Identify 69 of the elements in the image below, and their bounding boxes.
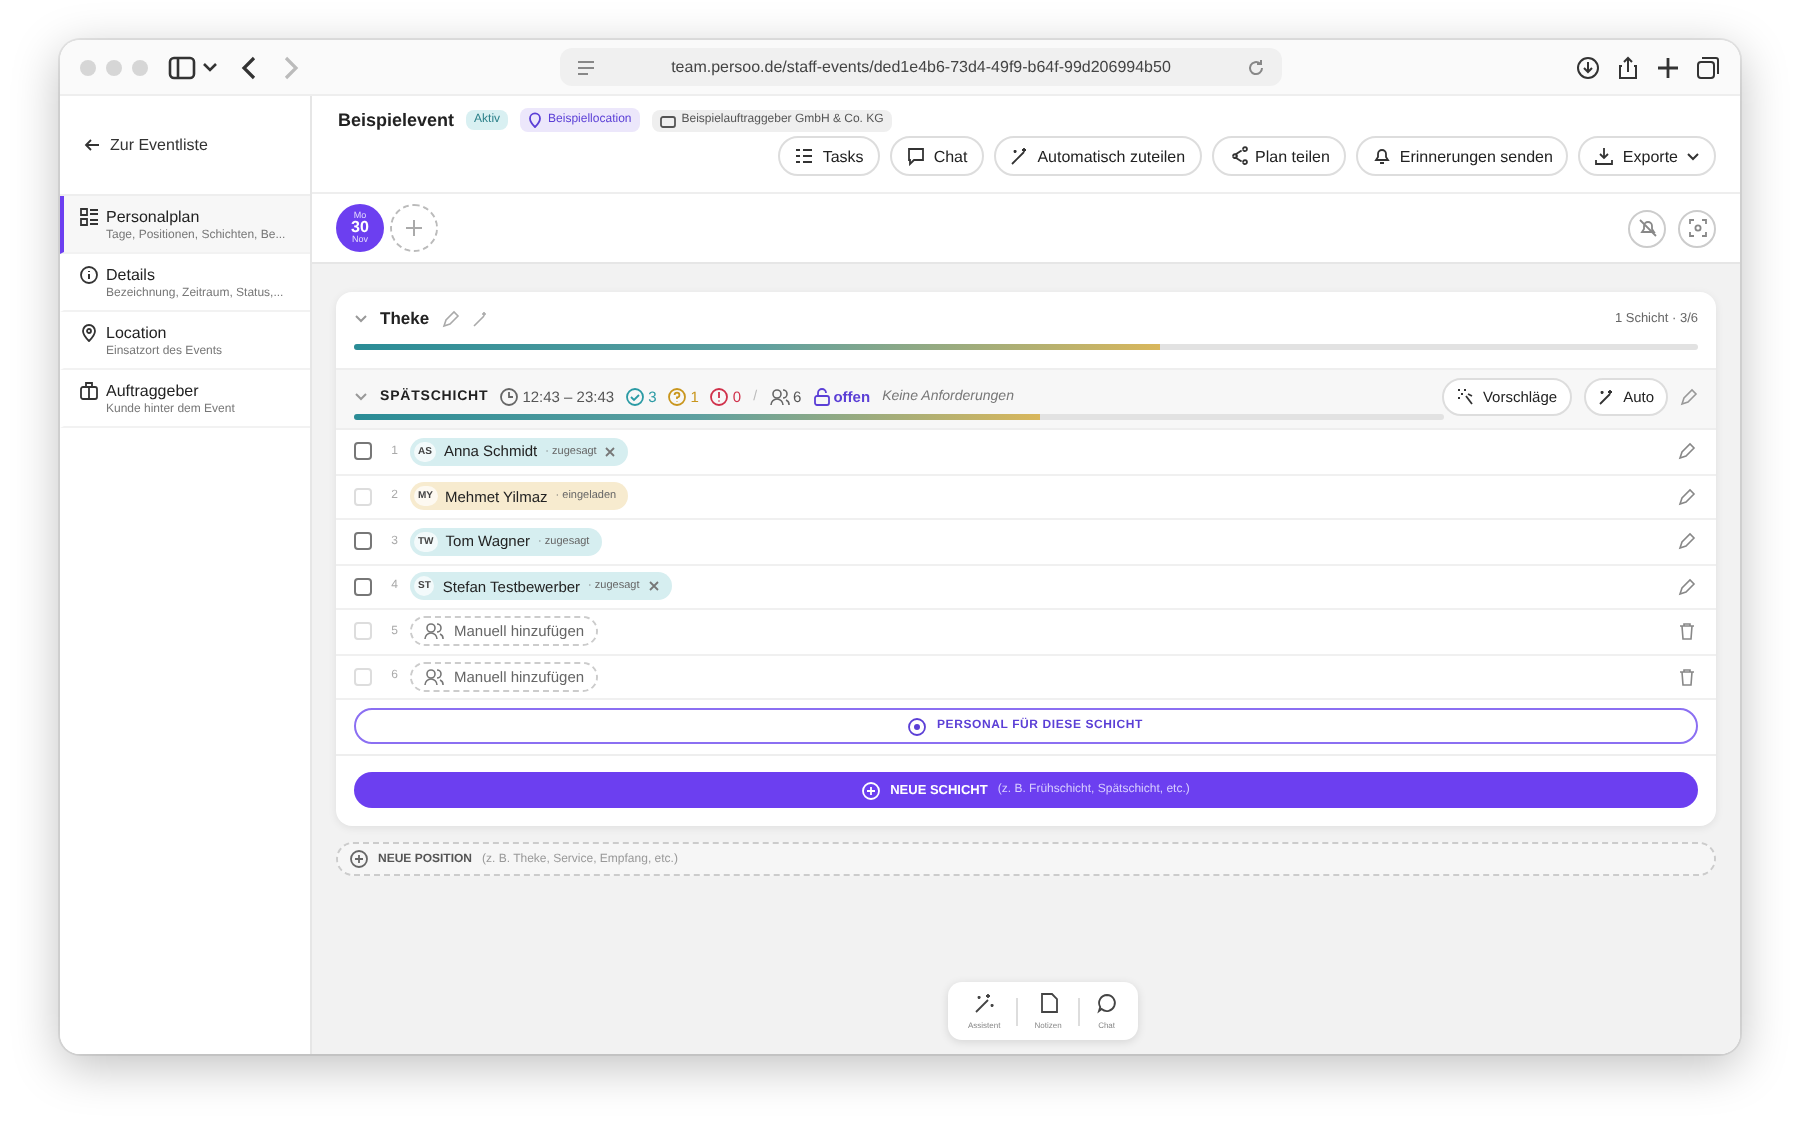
chat-bubble-icon	[1095, 992, 1118, 1014]
magic-wand-icon[interactable]	[471, 309, 490, 327]
alert-circle-icon	[710, 388, 729, 406]
bell-icon	[1371, 146, 1392, 166]
action-button[interactable]: Automatisch zuteilen	[993, 136, 1202, 176]
reload-icon[interactable]	[1246, 57, 1266, 77]
people-icon	[424, 622, 444, 641]
trash-icon[interactable]	[1678, 667, 1696, 686]
back-link[interactable]: Zur Eventliste	[110, 136, 208, 154]
target-icon	[908, 717, 927, 735]
new-tab-icon[interactable]	[1656, 55, 1680, 79]
location-pin-icon	[80, 324, 98, 342]
magic-wand-icon	[1597, 388, 1616, 406]
remove-icon[interactable]	[647, 580, 660, 593]
checklist-icon	[794, 146, 815, 166]
pencil-icon[interactable]	[1678, 442, 1696, 461]
add-day-button[interactable]	[390, 204, 438, 252]
people-icon	[424, 667, 444, 686]
pencil-icon[interactable]	[1678, 532, 1696, 551]
pencil-icon[interactable]	[441, 309, 460, 327]
event-title: Beispielevent	[338, 110, 455, 130]
magic-wand-icon	[1009, 146, 1030, 166]
pencil-icon[interactable]	[1680, 388, 1698, 406]
action-button[interactable]: Chat	[889, 136, 984, 176]
pencil-icon[interactable]	[1678, 487, 1696, 506]
clock-icon	[500, 388, 519, 406]
location-pin-icon	[528, 112, 543, 128]
action-button[interactable]: Plan teilen	[1211, 136, 1346, 176]
address-bar[interactable]: team.persoo.de/staff-events/ded1e4b6-73d4-49f9-b64f-99d206994b50	[560, 48, 1282, 86]
people-icon	[769, 388, 790, 406]
action-button[interactable]: Erinnerungen senden	[1355, 136, 1569, 176]
focus-icon	[1687, 218, 1707, 238]
bell-off-icon	[1637, 218, 1657, 238]
caret-icon	[1686, 151, 1700, 161]
position-name: Theke	[380, 308, 430, 328]
focus-button[interactable]	[1678, 209, 1716, 247]
forward-icon[interactable]	[280, 53, 300, 81]
action-button[interactable]: Tasks	[778, 136, 880, 176]
question-circle-icon	[668, 388, 687, 406]
action-button[interactable]: Exporte	[1578, 136, 1716, 176]
checkbox[interactable]	[354, 532, 372, 551]
magic-wand-icon	[973, 992, 996, 1014]
chevron-icon[interactable]	[354, 392, 368, 402]
share-nodes-icon	[1227, 146, 1248, 166]
mute-bell-button[interactable]	[1628, 209, 1666, 247]
plus-circle-icon	[350, 850, 368, 868]
download-icon[interactable]	[1576, 55, 1600, 79]
chevron-icon[interactable]	[354, 313, 368, 323]
check-circle-icon	[626, 388, 645, 406]
tabs-overview-icon[interactable]	[1696, 55, 1720, 79]
download-icon	[1594, 146, 1615, 166]
page-menu-icon	[576, 59, 596, 75]
list-icon	[80, 208, 98, 226]
trash-icon[interactable]	[1678, 622, 1696, 641]
chat-bubble-icon	[905, 146, 926, 166]
sidebar-toggle-icon[interactable]	[168, 53, 220, 81]
pencil-icon[interactable]	[1678, 577, 1696, 596]
back-icon[interactable]	[240, 53, 260, 81]
document-icon	[1037, 992, 1060, 1014]
unlocked-icon	[813, 388, 830, 406]
sparkles-icon	[1456, 388, 1475, 406]
checkbox[interactable]	[354, 577, 372, 596]
info-icon	[80, 266, 98, 284]
checkbox[interactable]	[354, 442, 372, 461]
plus-icon	[406, 220, 422, 236]
back-arrow-icon[interactable]	[84, 138, 100, 152]
share-icon[interactable]	[1616, 55, 1640, 79]
plus-circle-icon	[862, 781, 881, 799]
remove-icon[interactable]	[604, 445, 617, 458]
